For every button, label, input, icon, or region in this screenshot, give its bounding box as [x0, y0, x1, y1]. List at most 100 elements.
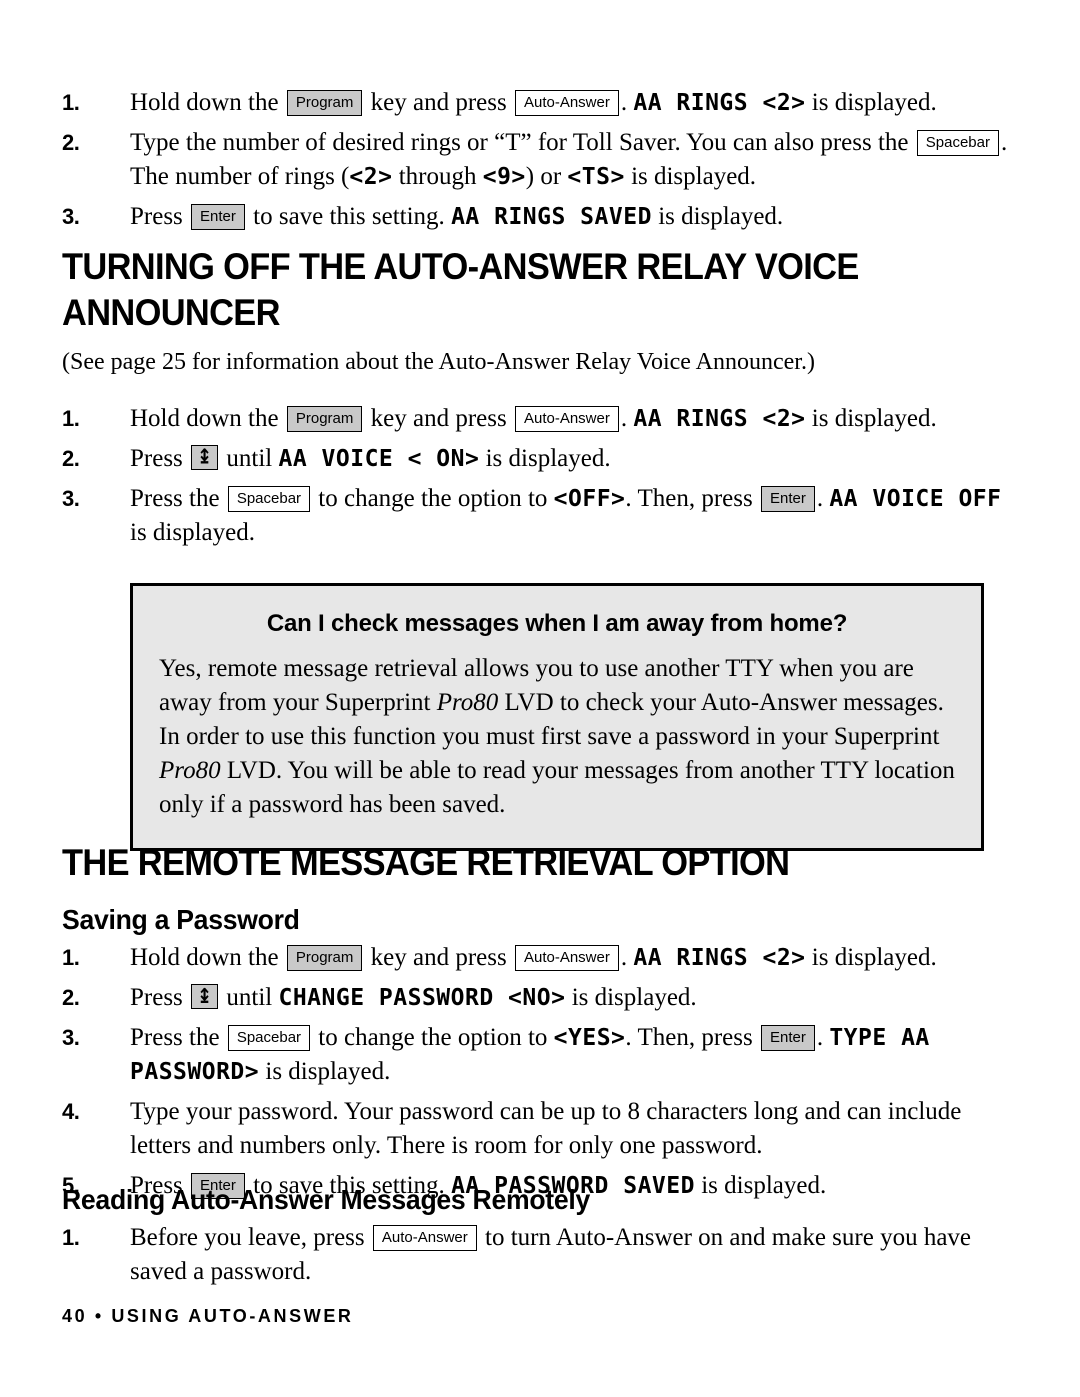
body-text: is displayed.: [479, 445, 611, 472]
key-down-arrow-icon[interactable]: ↨: [191, 984, 219, 1009]
key-program[interactable]: Program: [286, 90, 363, 116]
step-number: 2.: [62, 446, 80, 471]
lcd-display-text: AA RINGS <2>: [633, 90, 806, 116]
see-page-note: (See page 25 for information about the A…: [62, 349, 815, 375]
page-footer: 40 • USING AUTO-ANSWER: [62, 1306, 354, 1326]
numbered-step: 4. Type your password. Your password can …: [62, 1095, 1018, 1163]
body-text: is displayed.: [651, 203, 784, 230]
body-text: is displayed.: [805, 944, 937, 971]
body-text: until: [220, 445, 279, 472]
body-text: .: [816, 485, 830, 512]
key-enter[interactable]: Enter: [760, 1025, 815, 1051]
numbered-step: 3. Press the Spacebar to change the optio…: [62, 1021, 1018, 1089]
step-text: Press ↨ until AA VOICE < ON> is displaye…: [130, 442, 1018, 476]
body-text: LVD. You will be able to read your messa…: [159, 757, 955, 818]
body-text: Type the number of desired rings or “T” …: [130, 129, 915, 156]
numbered-step: 2. Press ↨ until AA VOICE < ON> is displa…: [62, 442, 1018, 476]
section-heading-remote-message-retrieval: THE REMOTE MESSAGE RETRIEVAL OPTION: [62, 842, 790, 883]
lcd-display-text: AA RINGS <2>: [633, 945, 806, 971]
up-down-arrow-icon: ↨: [197, 984, 213, 1009]
body-text: is displayed.: [130, 519, 255, 546]
lcd-display-text: AA VOICE OFF: [829, 486, 1002, 512]
body-text: Before you leave, press: [130, 1224, 371, 1251]
key-spacebar[interactable]: Spacebar: [916, 130, 999, 156]
step-number: 3.: [62, 204, 80, 229]
steps-reading-messages-remotely: 1. Before you leave, press Auto-Answer to…: [62, 1221, 1018, 1295]
key-auto-answer[interactable]: Auto-Answer: [514, 945, 619, 971]
body-text: until: [220, 984, 279, 1011]
up-down-arrow-icon: ↨: [197, 445, 213, 470]
step-number: 1.: [62, 1225, 80, 1250]
lcd-display-text: AA RINGS <2>: [633, 406, 806, 432]
subheading-saving-a-password: Saving a Password: [62, 904, 300, 935]
key-down-arrow-icon[interactable]: ↨: [191, 445, 219, 470]
faq-question: Can I check messages when I am away from…: [266, 610, 848, 637]
numbered-step: 2. Type the number of desired rings or “T…: [62, 126, 1018, 194]
body-text: ) or: [525, 163, 568, 190]
product-model-name: Pro80: [436, 689, 499, 716]
body-text: Hold down the: [130, 405, 285, 432]
body-text: .: [816, 1024, 830, 1051]
subheading-reading-messages-remotely: Reading Auto-Answer Messages Remotely: [62, 1184, 590, 1215]
body-text: is displayed.: [624, 163, 757, 190]
lcd-display-text: AA RINGS SAVED: [451, 204, 652, 230]
step-text: Hold down the Program key and press Auto…: [130, 402, 1018, 436]
key-spacebar[interactable]: Spacebar: [227, 486, 311, 512]
step-number: 3.: [62, 486, 80, 511]
body-text: key and press: [364, 89, 513, 116]
body-text: is displayed.: [259, 1058, 391, 1085]
numbered-step: 1. Hold down the Program key and press Au…: [62, 402, 1018, 436]
steps-auto-answer-rings: 1. Hold down the Program key and press Au…: [62, 86, 1018, 240]
lcd-display-text: <OFF>: [553, 486, 626, 512]
step-number: 1.: [62, 406, 80, 431]
body-text: key and press: [364, 405, 513, 432]
body-text: Press the: [130, 485, 226, 512]
body-text: to change the option to: [312, 485, 554, 512]
step-text: Hold down the Program key and press Auto…: [130, 86, 1018, 120]
step-number: 2.: [62, 130, 80, 155]
body-text: .: [620, 89, 634, 116]
key-enter[interactable]: Enter: [191, 204, 245, 230]
body-text: .: [620, 944, 634, 971]
numbered-step: 2. Press ↨ until CHANGE PASSWORD <NO> is …: [62, 981, 1018, 1015]
numbered-step: 3. Press the Spacebar to change the optio…: [62, 482, 1018, 550]
body-text: to save this setting.: [246, 203, 452, 230]
faq-answer: Yes, remote message retrieval allows you…: [159, 652, 955, 822]
lcd-display-text: CHANGE PASSWORD <NO>: [278, 985, 566, 1011]
step-text: Type the number of desired rings or “T” …: [130, 126, 1018, 194]
step-text: Press ↨ until CHANGE PASSWORD <NO> is di…: [130, 981, 1018, 1015]
body-text: Type your password. Your password can be…: [130, 1098, 962, 1159]
key-auto-answer[interactable]: Auto-Answer: [514, 90, 619, 116]
step-number: 2.: [62, 985, 80, 1010]
step-number: 1.: [62, 945, 80, 970]
step-text: Press the Spacebar to change the option …: [130, 1021, 1018, 1089]
document-page: 1. Hold down the Program key and press Au…: [62, 0, 1018, 1397]
steps-turning-off-relay-voice: 1. Hold down the Program key and press Au…: [62, 402, 1018, 556]
numbered-step: 1. Hold down the Program key and press Au…: [62, 941, 1018, 975]
lcd-display-text: <TS>: [567, 164, 625, 190]
body-text: is displayed.: [805, 89, 937, 116]
body-text: through: [392, 163, 483, 190]
key-auto-answer[interactable]: Auto-Answer: [514, 406, 619, 432]
key-program[interactable]: Program: [286, 406, 363, 432]
body-text: Press the: [130, 1024, 226, 1051]
body-text: is displayed.: [565, 984, 697, 1011]
body-text: is displayed.: [805, 405, 937, 432]
lcd-display-text: <2>: [349, 164, 393, 190]
numbered-step: 1. Hold down the Program key and press Au…: [62, 86, 1018, 120]
key-auto-answer[interactable]: Auto-Answer: [372, 1225, 477, 1251]
steps-saving-a-password: 1. Hold down the Program key and press Au…: [62, 941, 1018, 1209]
body-text: . Then, press: [625, 485, 759, 512]
body-text: .: [620, 405, 634, 432]
body-text: to change the option to: [312, 1024, 554, 1051]
key-program[interactable]: Program: [286, 945, 363, 971]
faq-callout-box: Can I check messages when I am away from…: [130, 583, 984, 851]
body-text: Press: [130, 984, 190, 1011]
body-text: . Then, press: [625, 1024, 759, 1051]
lcd-display-text: AA VOICE < ON>: [278, 446, 480, 472]
product-model-name: Pro80: [159, 757, 221, 784]
key-enter[interactable]: Enter: [760, 486, 815, 512]
body-text: Hold down the: [130, 944, 285, 971]
key-spacebar[interactable]: Spacebar: [227, 1025, 311, 1051]
step-number: 1.: [62, 90, 80, 115]
